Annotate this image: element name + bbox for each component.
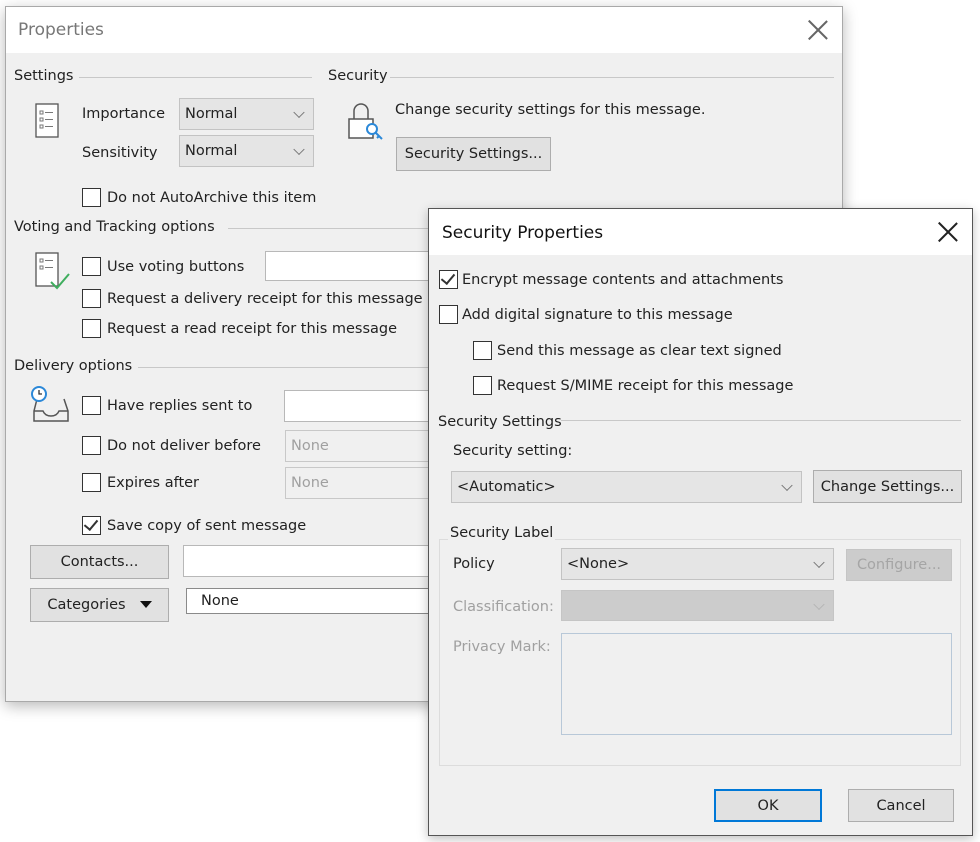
cancel-button[interactable]: Cancel [848, 789, 954, 822]
chevron-down-icon [781, 479, 793, 492]
settings-header: Settings [14, 68, 74, 84]
delivery-receipt-checkbox[interactable] [82, 289, 101, 308]
security-setting-value: <Automatic> [457, 479, 556, 495]
save-copy-label: Save copy of sent message [107, 518, 307, 534]
ok-button[interactable]: OK [714, 789, 822, 822]
dropdown-arrow-icon [139, 601, 152, 608]
encrypt-checkbox[interactable] [439, 270, 458, 289]
security-settings-divider [561, 420, 961, 421]
have-replies-sent-to-checkbox[interactable] [82, 396, 101, 415]
clear-text-signed-checkbox[interactable] [473, 341, 492, 360]
delivery-tray-clock-icon [31, 386, 69, 422]
classification-label: Classification: [453, 599, 554, 615]
sensitivity-select[interactable]: Normal [179, 135, 314, 167]
digital-signature-label: Add digital signature to this message [462, 307, 733, 323]
policy-select[interactable]: <None> [561, 548, 834, 580]
security-properties-titlebar[interactable]: Security Properties [429, 209, 972, 255]
chevron-down-icon [813, 556, 825, 569]
list-settings-icon [35, 103, 59, 138]
security-setting-label: Security setting: [453, 443, 573, 459]
contacts-input[interactable] [183, 545, 445, 577]
close-icon[interactable] [807, 19, 829, 41]
use-voting-buttons-label: Use voting buttons [107, 259, 245, 275]
encrypt-label: Encrypt message contents and attachments [462, 272, 784, 288]
properties-titlebar[interactable]: Properties [6, 7, 842, 53]
contacts-button[interactable]: Contacts... [30, 545, 169, 579]
security-description: Change security settings for this messag… [395, 102, 706, 118]
properties-title: Properties [18, 20, 104, 40]
security-header: Security [328, 68, 388, 84]
classification-select[interactable] [561, 590, 834, 621]
security-settings-header: Security Settings [438, 414, 562, 430]
categories-label: Categories [47, 597, 126, 613]
close-icon[interactable] [937, 221, 959, 243]
security-properties-dialog: Security Properties Encrypt message cont… [428, 208, 973, 836]
settings-divider [79, 77, 312, 78]
delivery-receipt-label: Request a delivery receipt for this mess… [107, 291, 423, 307]
read-receipt-label: Request a read receipt for this message [107, 321, 398, 337]
voting-buttons-input[interactable] [265, 251, 445, 281]
policy-label: Policy [453, 556, 495, 572]
categories-value: None [186, 588, 446, 614]
categories-button[interactable]: Categories [30, 588, 169, 622]
importance-label: Importance [82, 106, 166, 122]
save-copy-checkbox[interactable] [82, 516, 101, 535]
security-divider [390, 77, 834, 78]
have-replies-sent-to-label: Have replies sent to [107, 398, 253, 414]
do-not-deliver-before-date: None [285, 430, 445, 462]
voting-checklist-icon [35, 252, 70, 290]
do-not-autoarchive-label: Do not AutoArchive this item [107, 190, 317, 206]
expires-after-checkbox[interactable] [82, 473, 101, 492]
smime-receipt-checkbox[interactable] [473, 376, 492, 395]
replies-sent-to-input[interactable] [284, 390, 444, 422]
change-settings-button[interactable]: Change Settings... [813, 470, 962, 503]
use-voting-buttons-checkbox[interactable] [82, 257, 101, 276]
security-setting-select[interactable]: <Automatic> [451, 471, 802, 503]
privacy-mark-textarea[interactable] [561, 633, 952, 735]
security-settings-button[interactable]: Security Settings... [396, 137, 551, 171]
sensitivity-label: Sensitivity [82, 145, 158, 161]
lock-key-icon [348, 103, 383, 140]
chevron-down-icon [293, 106, 305, 119]
do-not-deliver-before-label: Do not deliver before [107, 438, 261, 454]
smime-receipt-label: Request S/MIME receipt for this message [497, 378, 794, 394]
privacy-mark-label: Privacy Mark: [453, 639, 551, 655]
chevron-down-icon [813, 598, 825, 610]
expires-after-label: Expires after [107, 475, 200, 491]
digital-signature-checkbox[interactable] [439, 305, 458, 324]
importance-value: Normal [185, 106, 238, 122]
do-not-deliver-before-checkbox[interactable] [82, 436, 101, 455]
read-receipt-checkbox[interactable] [82, 319, 101, 338]
clear-text-signed-label: Send this message as clear text signed [497, 343, 782, 359]
security-properties-title: Security Properties [442, 223, 604, 243]
expires-after-date: None [285, 467, 445, 499]
security-label-header: Security Label [448, 525, 556, 541]
chevron-down-icon [293, 143, 305, 156]
delivery-header: Delivery options [14, 358, 133, 374]
voting-header: Voting and Tracking options [14, 219, 215, 235]
do-not-autoarchive-checkbox[interactable] [82, 188, 101, 207]
importance-select[interactable]: Normal [179, 98, 314, 130]
sensitivity-value: Normal [185, 143, 238, 159]
policy-value: <None> [567, 556, 630, 572]
configure-button[interactable]: Configure... [846, 549, 952, 581]
